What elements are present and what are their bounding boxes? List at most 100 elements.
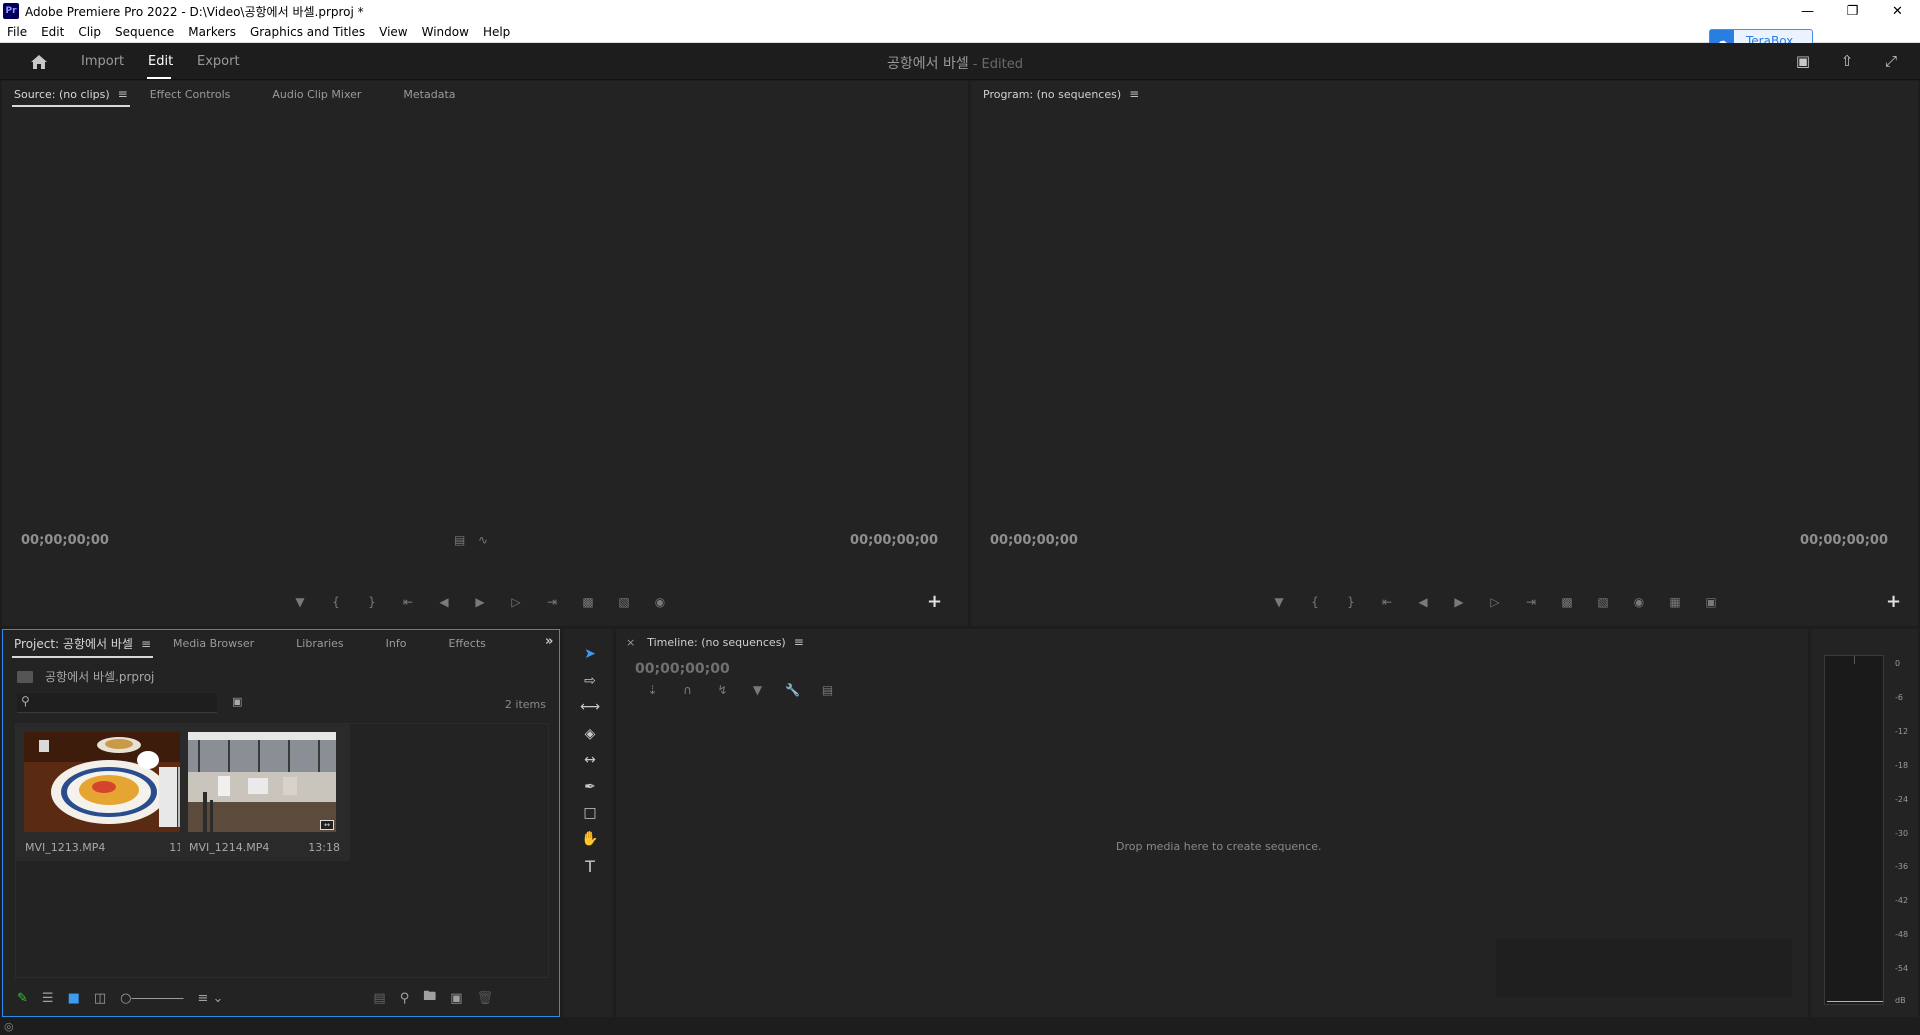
new-search-bin-icon[interactable]: ▣ <box>232 695 248 709</box>
find-icon[interactable]: ⚲ <box>400 991 410 1006</box>
export-frame-icon[interactable]: ◉ <box>1621 595 1657 609</box>
go-to-in-icon[interactable]: ⇤ <box>390 595 426 609</box>
tab-audio-clip-mixer[interactable]: Audio Clip Mixer <box>272 88 361 101</box>
quick-export-icon[interactable]: ▣ <box>1793 51 1813 71</box>
menu-edit[interactable]: Edit <box>34 25 71 39</box>
minimize-icon[interactable]: — <box>1785 0 1830 22</box>
proxy-toggle-icon[interactable]: ▣ <box>1693 595 1729 609</box>
rectangle-tool-icon[interactable]: □ <box>580 803 600 823</box>
mark-in-icon[interactable]: { <box>1297 595 1333 609</box>
automate-to-sequence-icon[interactable]: ▤ <box>373 991 385 1006</box>
menu-markers[interactable]: Markers <box>181 25 243 39</box>
panel-menu-icon[interactable]: ≡ <box>1129 87 1139 101</box>
project-search-input[interactable]: ⚲ <box>17 693 217 713</box>
tab-effects[interactable]: Effects <box>449 637 486 650</box>
step-forward-icon[interactable]: ▷ <box>1477 595 1513 609</box>
share-icon[interactable]: ⇧ <box>1837 51 1857 71</box>
button-editor-plus-icon[interactable]: + <box>927 591 942 612</box>
track-select-tool-icon[interactable]: ⇨ <box>580 671 600 691</box>
project-title-name: 공항에서 바셀 <box>887 56 969 72</box>
sort-icons-icon[interactable]: ≡ ⌄ <box>198 991 224 1006</box>
restore-icon[interactable]: ❐ <box>1830 0 1875 22</box>
step-back-icon[interactable]: ◀ <box>1405 595 1441 609</box>
menu-window[interactable]: Window <box>415 25 476 39</box>
icon-view-icon[interactable]: ■ <box>68 991 80 1006</box>
snap-icon[interactable]: ∩ <box>670 683 705 697</box>
program-playhead-timecode[interactable]: 00;00;00;00 <box>990 533 1078 548</box>
tab-metadata[interactable]: Metadata <box>403 88 455 101</box>
overwrite-icon[interactable]: ▧ <box>606 595 642 609</box>
tab-timeline[interactable]: Timeline: (no sequences) ≡ <box>647 635 804 649</box>
lift-icon[interactable]: ▩ <box>1549 595 1585 609</box>
mark-in-icon[interactable]: { <box>318 595 354 609</box>
wrench-icon[interactable]: 🔧 <box>775 683 810 697</box>
step-back-icon[interactable]: ◀ <box>426 595 462 609</box>
selection-tool-icon[interactable]: ➤ <box>580 644 600 664</box>
menu-view[interactable]: View <box>372 25 414 39</box>
tab-effect-controls[interactable]: Effect Controls <box>150 88 231 101</box>
timeline-timecode[interactable]: 00;00;00;00 <box>635 661 730 677</box>
clip-thumbnail[interactable]: ↔ <box>24 732 203 832</box>
export-frame-icon[interactable]: ◉ <box>642 595 678 609</box>
slip-tool-icon[interactable]: ↔ <box>580 750 600 770</box>
source-playhead-timecode[interactable]: 00;00;00;00 <box>21 533 109 548</box>
menu-graphics-and-titles[interactable]: Graphics and Titles <box>243 25 372 39</box>
mark-out-icon[interactable]: } <box>1333 595 1369 609</box>
play-icon[interactable]: ▶ <box>462 595 498 609</box>
pencil-icon[interactable]: ✎ <box>17 991 28 1006</box>
clip-thumbnail[interactable]: ↔ <box>188 732 336 832</box>
close-icon[interactable]: ✕ <box>1875 0 1920 22</box>
nest-icon[interactable]: ⇣ <box>635 683 670 697</box>
tab-project[interactable]: Project: 공항에서 바셀 ≡ <box>11 635 154 658</box>
panel-menu-icon[interactable]: ≡ <box>118 87 128 101</box>
go-to-out-icon[interactable]: ⇥ <box>1513 595 1549 609</box>
go-to-in-icon[interactable]: ⇤ <box>1369 595 1405 609</box>
captions-icon[interactable]: ▤ <box>810 683 845 697</box>
step-forward-icon[interactable]: ▷ <box>498 595 534 609</box>
add-marker-icon[interactable]: ▼ <box>740 683 775 697</box>
more-panels-chevron-icon[interactable]: » <box>545 634 553 649</box>
drag-video-icon[interactable]: ▤ <box>454 533 465 547</box>
tab-media-browser[interactable]: Media Browser <box>173 637 254 650</box>
add-marker-icon[interactable]: ▼ <box>1261 595 1297 609</box>
fullscreen-icon[interactable]: ⤢ <box>1881 51 1901 71</box>
ripple-edit-tool-icon[interactable]: ⟷ <box>580 697 600 717</box>
pen-tool-icon[interactable]: ✒ <box>580 777 600 797</box>
menu-clip[interactable]: Clip <box>71 25 108 39</box>
zoom-slider[interactable]: ○―――― <box>120 991 183 1006</box>
new-item-icon[interactable]: ▣ <box>450 991 462 1006</box>
tab-source[interactable]: Source: (no clips) ≡ <box>12 87 130 107</box>
trash-icon[interactable]: 🗑 <box>477 991 494 1006</box>
button-editor-plus-icon[interactable]: + <box>1886 591 1901 612</box>
list-view-icon[interactable]: ☰ <box>42 991 54 1006</box>
insert-icon[interactable]: ▩ <box>570 595 606 609</box>
linked-selection-icon[interactable]: ↯ <box>705 683 740 697</box>
add-marker-icon[interactable]: ▼ <box>282 595 318 609</box>
tab-program[interactable]: Program: (no sequences) ≡ <box>983 87 1139 101</box>
drag-audio-icon[interactable]: ∿ <box>478 533 488 547</box>
background-tasks-icon[interactable]: ◎ <box>4 1020 14 1033</box>
home-icon[interactable] <box>30 53 48 71</box>
tab-info[interactable]: Info <box>386 637 407 650</box>
panel-menu-icon[interactable]: ≡ <box>794 635 804 649</box>
freeform-view-icon[interactable]: ◫ <box>94 991 106 1006</box>
new-bin-icon[interactable]: 🖿 <box>423 987 436 1009</box>
play-icon[interactable]: ▶ <box>1441 595 1477 609</box>
hand-tool-icon[interactable]: ✋ <box>580 829 600 849</box>
type-tool-icon[interactable]: T <box>580 856 600 876</box>
menu-help[interactable]: Help <box>476 25 517 39</box>
tab-edit[interactable]: Edit <box>148 54 173 69</box>
go-to-out-icon[interactable]: ⇥ <box>534 595 570 609</box>
extract-icon[interactable]: ▧ <box>1585 595 1621 609</box>
panel-menu-icon[interactable]: ≡ <box>141 637 151 651</box>
menu-sequence[interactable]: Sequence <box>108 25 181 39</box>
razor-tool-icon[interactable]: ◈ <box>580 724 600 744</box>
tab-libraries[interactable]: Libraries <box>296 637 344 650</box>
tab-export[interactable]: Export <box>197 54 240 69</box>
menu-file[interactable]: File <box>0 25 34 39</box>
mark-out-icon[interactable]: } <box>354 595 390 609</box>
clip-item[interactable]: ↔ MVI_1214.MP4 13:18 <box>180 724 350 861</box>
tab-import[interactable]: Import <box>81 54 124 69</box>
comparison-view-icon[interactable]: ▦ <box>1657 595 1693 609</box>
close-tab-icon[interactable]: × <box>626 636 635 649</box>
